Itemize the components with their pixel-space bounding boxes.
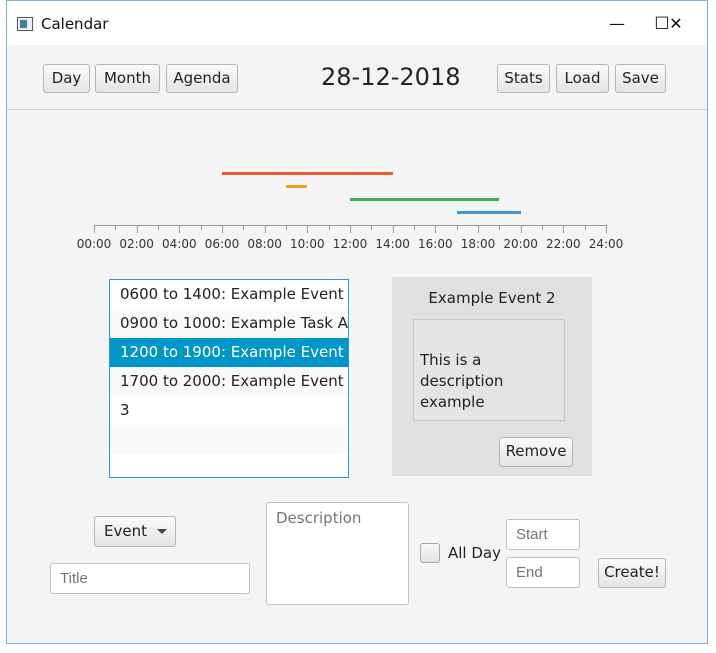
timeline-event-bar bbox=[286, 185, 308, 188]
timeline-tick bbox=[499, 225, 501, 230]
timeline-tick bbox=[414, 225, 415, 230]
minimize-icon[interactable]: — bbox=[594, 9, 640, 39]
load-button[interactable]: Load bbox=[556, 64, 609, 93]
timeline-tick bbox=[200, 225, 202, 230]
timeline-event-bar bbox=[222, 172, 393, 175]
calendar-window: Calendar — ☐ ✕ Day Month Agenda 28-12-20… bbox=[6, 0, 708, 644]
day-view-button[interactable]: Day bbox=[43, 64, 90, 93]
timeline-tick bbox=[307, 225, 309, 233]
day-timeline: 00:00 02:00 04:00 06:00 08:00 10:00 12:00 14:00… bbox=[7, 161, 707, 261]
timeline-tick-label: 00:00 bbox=[76, 237, 112, 251]
type-dropdown[interactable]: Event bbox=[94, 516, 176, 547]
empty-row bbox=[110, 425, 348, 454]
timeline-tick-label: 20:00 bbox=[503, 237, 538, 251]
type-selected-label: Event bbox=[104, 522, 147, 540]
timeline-tick bbox=[286, 225, 287, 230]
timeline-tick bbox=[328, 225, 330, 230]
empty-row bbox=[110, 454, 348, 477]
timeline-tick-label: 06:00 bbox=[204, 237, 240, 251]
timeline-tick bbox=[222, 225, 223, 233]
start-time-input[interactable] bbox=[506, 519, 580, 550]
create-button[interactable]: Create! bbox=[598, 558, 666, 588]
timeline-tick bbox=[158, 225, 159, 230]
timeline-tick-label: 16:00 bbox=[418, 237, 453, 251]
list-item[interactable]: 1700 to 2000: Example Event 3 bbox=[110, 367, 348, 419]
timeline-tick-label: 02:00 bbox=[119, 237, 154, 251]
save-button[interactable]: Save bbox=[615, 64, 666, 93]
list-item[interactable]: 0900 to 1000: Example Task A bbox=[110, 309, 348, 338]
timeline-tick bbox=[563, 225, 565, 233]
close-icon[interactable]: ✕ bbox=[653, 9, 699, 39]
timeline-tick-label: 12:00 bbox=[332, 237, 368, 251]
timeline-tick bbox=[456, 225, 458, 230]
title-input[interactable] bbox=[50, 563, 250, 594]
empty-row bbox=[110, 396, 348, 425]
timeline-tick bbox=[542, 225, 543, 230]
timeline-tick-label: 08:00 bbox=[247, 237, 282, 251]
timeline-tick bbox=[94, 225, 95, 233]
list-item-selected[interactable]: 1200 to 1900: Example Event 2 bbox=[110, 338, 348, 390]
agenda-view-button[interactable]: Agenda bbox=[166, 64, 238, 93]
timeline-tick bbox=[264, 225, 266, 233]
remove-button[interactable]: Remove bbox=[499, 437, 573, 467]
timeline-tick-label: 22:00 bbox=[546, 237, 581, 251]
timeline-tick-label: 14:00 bbox=[375, 237, 410, 251]
description-input[interactable] bbox=[266, 502, 409, 605]
detail-description: This is a description example bbox=[413, 319, 565, 421]
all-day-checkbox[interactable] bbox=[420, 543, 440, 563]
month-view-button[interactable]: Month bbox=[95, 64, 160, 93]
timeline-tick bbox=[243, 225, 245, 230]
timeline-tick bbox=[606, 225, 607, 233]
timeline-tick bbox=[520, 225, 522, 233]
title-bar: Calendar — ☐ ✕ bbox=[7, 1, 707, 45]
list-item[interactable]: 0600 to 1400: Example Event bbox=[110, 280, 348, 309]
timeline-tick-label: 04:00 bbox=[162, 237, 197, 251]
current-date: 28-12-2018 bbox=[321, 63, 461, 91]
stats-button[interactable]: Stats bbox=[497, 64, 550, 93]
timeline-tick bbox=[136, 225, 138, 233]
timeline-tick bbox=[371, 225, 373, 230]
toolbar: Day Month Agenda 28-12-2018 Stats Load S… bbox=[7, 45, 707, 110]
timeline-tick bbox=[179, 225, 181, 233]
app-icon bbox=[17, 17, 33, 31]
detail-title: Example Event 2 bbox=[428, 289, 556, 307]
event-list[interactable]: 0600 to 1400: Example Event 0900 to 1000… bbox=[109, 279, 349, 478]
timeline-tick-label: 10:00 bbox=[290, 237, 325, 251]
event-detail-panel: Example Event 2 This is a description ex… bbox=[392, 277, 592, 476]
timeline-event-bar bbox=[350, 198, 500, 201]
window-title: Calendar bbox=[41, 15, 109, 33]
timeline-tick bbox=[115, 225, 117, 230]
timeline-tick bbox=[435, 225, 437, 233]
timeline-event-bar bbox=[456, 211, 521, 214]
end-time-input[interactable] bbox=[506, 557, 580, 588]
timeline-tick bbox=[584, 225, 586, 230]
timeline-tick-label: 24:00 bbox=[588, 237, 624, 251]
timeline-tick bbox=[350, 225, 351, 233]
all-day-label: All Day bbox=[448, 544, 501, 562]
timeline-tick bbox=[478, 225, 479, 233]
chevron-down-icon bbox=[156, 529, 167, 534]
timeline-tick bbox=[392, 225, 394, 233]
timeline-tick-label: 18:00 bbox=[460, 237, 496, 251]
